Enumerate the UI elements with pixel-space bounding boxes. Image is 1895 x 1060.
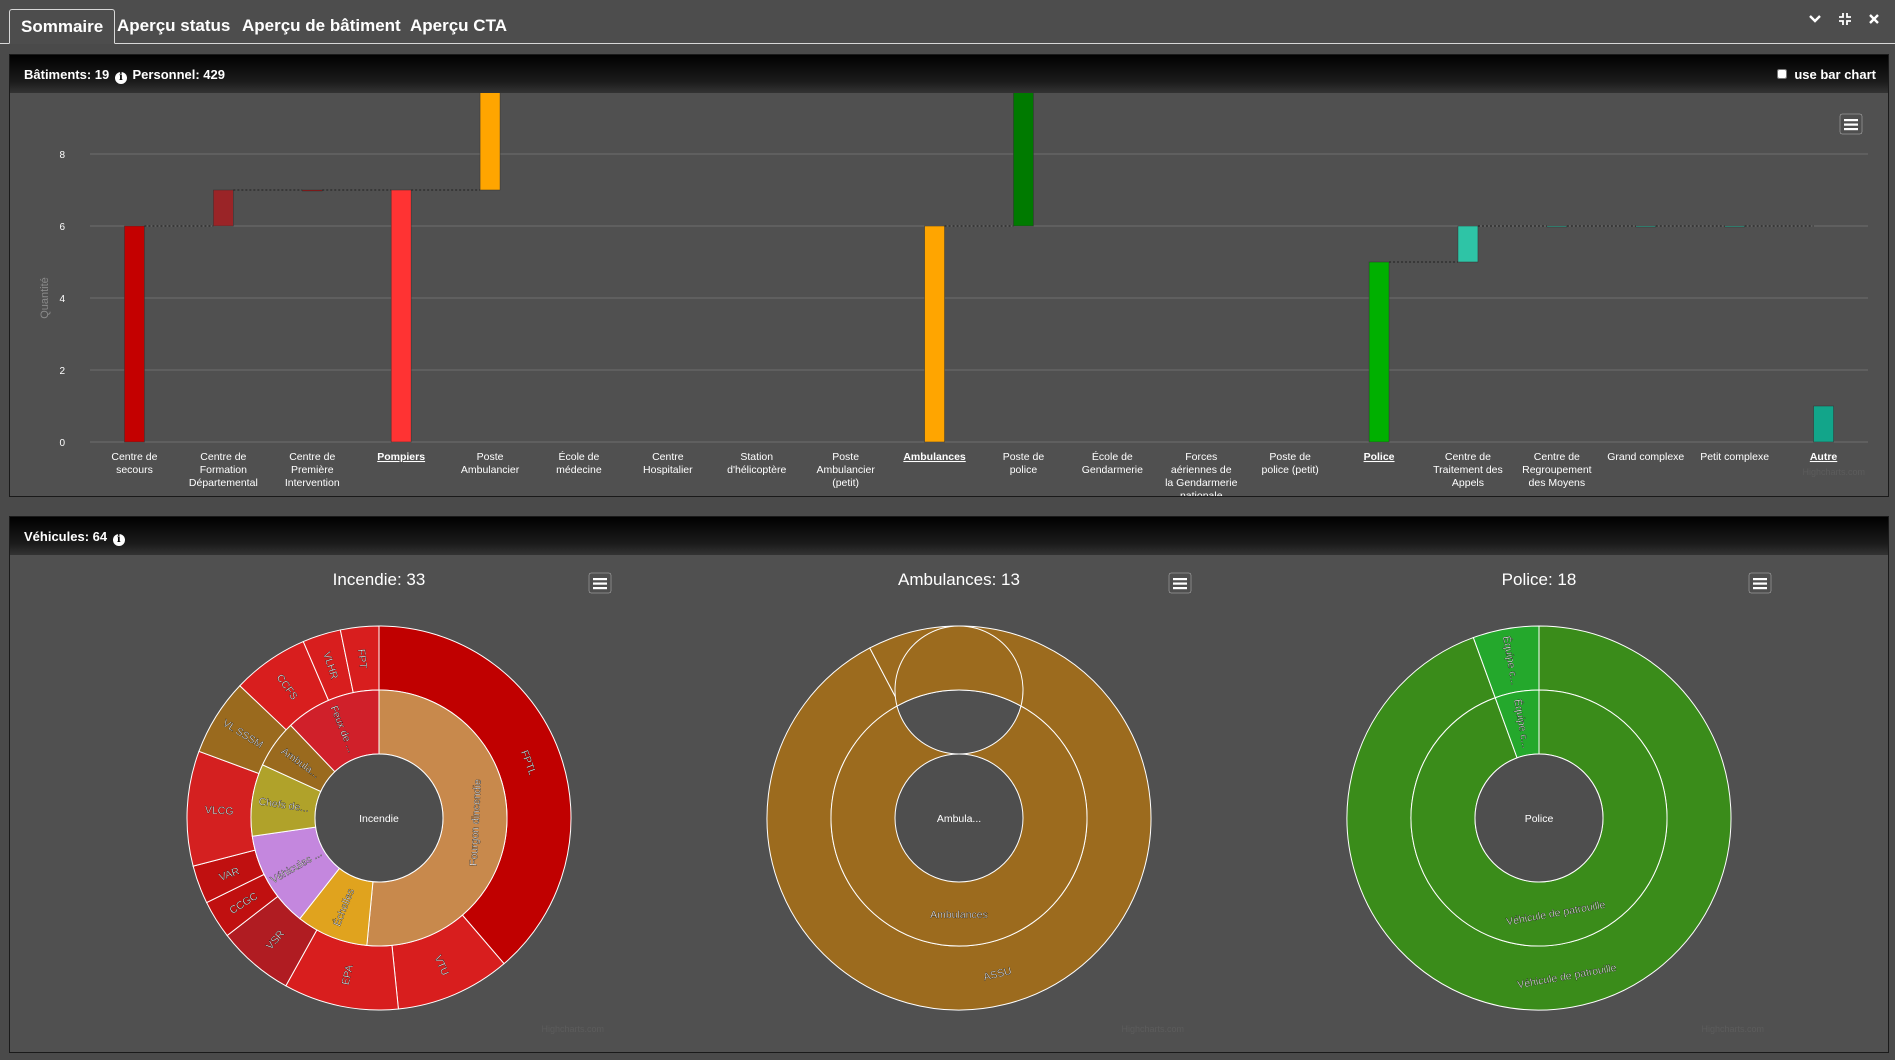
bar-pompiers[interactable] xyxy=(390,189,412,443)
x-tick-label-centre-de-formation-departemental: Centre de Formation Départemental xyxy=(189,451,258,489)
chart-credit: Highcharts.com xyxy=(1802,467,1865,477)
bar-poste-de-police[interactable] xyxy=(1013,45,1034,227)
vehicles-count: Véhicules: 64 xyxy=(24,529,108,544)
compress-icon[interactable] xyxy=(1836,12,1854,30)
y-tick-label: 2 xyxy=(59,366,65,377)
bar-centre-de-premiere-intervention[interactable] xyxy=(302,189,323,192)
vehicles-sunburst-charts: Incendie: 33FPTLVTUEPAVSRCCGCVARVLCGVL S… xyxy=(186,570,1772,1034)
buildings-panel: Bâtiments: 19 i Personnel: 429 use bar c… xyxy=(9,0,1889,502)
y-tick-label: 4 xyxy=(59,294,65,305)
bar-police[interactable] xyxy=(1368,261,1390,443)
bar-chart-toggle-label: use bar chart xyxy=(1794,67,1876,82)
tab-apercu-batiment[interactable]: Aperçu de bâtiment xyxy=(231,9,412,44)
x-tick-label-centre-de-regroupement-des-moyens: Centre de Regroupement des Moyens xyxy=(1522,451,1592,489)
chart-menu-icon[interactable] xyxy=(1839,113,1863,135)
chart-credit: Highcharts.com xyxy=(541,1024,604,1034)
y-tick-label: 8 xyxy=(59,150,65,161)
x-tick-label-ecole-de-medecine: École de médecine xyxy=(556,450,602,476)
sunburst-title: Incendie: 33 xyxy=(333,570,426,589)
x-tick-label-centre-de-premiere-intervention: Centre de Première Intervention xyxy=(285,451,340,489)
tab-apercu-cta[interactable]: Aperçu CTA xyxy=(399,9,518,44)
tab-bar: Sommaire Aperçu status Aperçu de bâtimen… xyxy=(0,0,1895,44)
info-icon[interactable]: i xyxy=(112,534,125,546)
root-label: Police xyxy=(1525,813,1554,825)
y-tick-label: 0 xyxy=(59,438,65,449)
x-tick-label-autre[interactable]: Autre xyxy=(1810,451,1838,463)
chart-menu-icon[interactable] xyxy=(588,572,612,594)
inner-segment-label: Ambulances xyxy=(930,909,988,921)
tab-sommaire[interactable]: Sommaire xyxy=(9,9,116,44)
outer-segment-label: FPT xyxy=(355,648,369,670)
tab-apercu-status[interactable]: Aperçu status xyxy=(106,9,241,44)
vehicles-panel-header: Véhicules: 64 i xyxy=(10,517,1888,555)
bar-centre-de-traitement-des-appels[interactable] xyxy=(1457,225,1479,263)
x-tick-label-centre-hospitalier: Centre Hospitalier xyxy=(643,451,693,476)
vehicles-summary: Véhicules: 64 i xyxy=(24,529,127,546)
bar-centre-de-regroupement-des-moyens[interactable] xyxy=(1546,225,1568,228)
buildings-summary: Bâtiments: 19 i Personnel: 429 xyxy=(24,67,225,84)
x-tick-label-station-d-helicoptere: Station d'hélicoptère xyxy=(727,451,786,476)
x-tick-label-petit-complexe: Petit complexe xyxy=(1700,451,1769,463)
y-axis-label: Quantité xyxy=(39,277,51,319)
buildings-waterfall-chart: Highcharts.com 0 2 4 6 8 Quantité Centre de sec… xyxy=(39,0,1868,502)
buildings-count: Bâtiments: 19 xyxy=(24,67,110,82)
sunburst-ambula: Ambulances: 13ASSUPC DSMAmbulancesAmbula… xyxy=(766,570,1192,1034)
x-tick-label-centre-de-secours: Centre de secours xyxy=(111,451,157,476)
bar-ambulances[interactable] xyxy=(924,225,945,443)
x-tick-label-police[interactable]: Police xyxy=(1364,451,1395,463)
x-tick-label-centre-de-traitement-des-appels: Centre de Traitement des Appels xyxy=(1433,451,1503,489)
bar-grand-complexe[interactable] xyxy=(1635,225,1656,228)
x-tick-label-pompiers[interactable]: Pompiers xyxy=(377,451,425,463)
x-tick-label-grand-complexe: Grand complexe xyxy=(1607,451,1684,463)
close-icon[interactable] xyxy=(1865,12,1883,30)
sunburst-title: Ambulances: 13 xyxy=(898,570,1020,589)
outer-segment-label: VLCG xyxy=(205,804,234,817)
x-tick-label-poste-ambulancier: Poste Ambulancier xyxy=(461,451,520,476)
chart-credit: Highcharts.com xyxy=(1701,1024,1764,1034)
bar-chart-toggle[interactable]: use bar chart xyxy=(1776,67,1876,82)
bar-petit-complexe[interactable] xyxy=(1724,225,1745,228)
bar-poste-ambulancier[interactable] xyxy=(479,81,501,191)
chevron-down-icon[interactable] xyxy=(1806,12,1824,30)
y-tick-label: 6 xyxy=(59,222,65,233)
chart-menu-icon[interactable] xyxy=(1168,572,1192,594)
chart-menu-icon[interactable] xyxy=(1748,572,1772,594)
buildings-panel-header: Bâtiments: 19 i Personnel: 429 use bar c… xyxy=(10,55,1888,93)
info-icon[interactable]: i xyxy=(114,72,127,84)
root-label: Incendie xyxy=(359,813,399,825)
x-tick-label-poste-de-police-petit: Poste de police (petit) xyxy=(1262,451,1319,476)
x-tick-label-ambulances[interactable]: Ambulances xyxy=(903,451,966,463)
vehicles-panel: Véhicules: 64 i Incendie: 33 FPTL VTU EPA VS… xyxy=(9,516,1889,1053)
x-tick-label-poste-ambulancier-petit: Poste Ambulancier (petit) xyxy=(816,451,875,489)
chart-credit: Highcharts.com xyxy=(1121,1024,1184,1034)
root-label: Ambula... xyxy=(937,813,981,825)
sunburst-police: Police: 18Véhicule de patrouilleÉquipe c… xyxy=(1346,570,1772,1034)
x-tick-label-forces-aeriennes-de-la-gendarmerie-nationale: Forces aériennes de la Gendarmerie national… xyxy=(1165,451,1238,496)
sunburst-title: Police: 18 xyxy=(1502,570,1577,589)
bar-chart-checkbox[interactable] xyxy=(1776,69,1787,79)
x-tick-label-poste-de-police: Poste de police xyxy=(1003,451,1045,476)
bar-autre[interactable] xyxy=(1813,405,1834,443)
x-tick-label-ecole-de-gendarmerie: École de Gendarmerie xyxy=(1082,450,1143,476)
bar-centre-de-formation-departemental[interactable] xyxy=(213,189,234,227)
sunburst-incendie: Incendie: 33FPTLVTUEPAVSRCCGCVARVLCGVL S… xyxy=(186,570,612,1034)
bar-centre-de-secours[interactable] xyxy=(124,225,145,443)
personnel-count: Personnel: 429 xyxy=(132,67,226,82)
